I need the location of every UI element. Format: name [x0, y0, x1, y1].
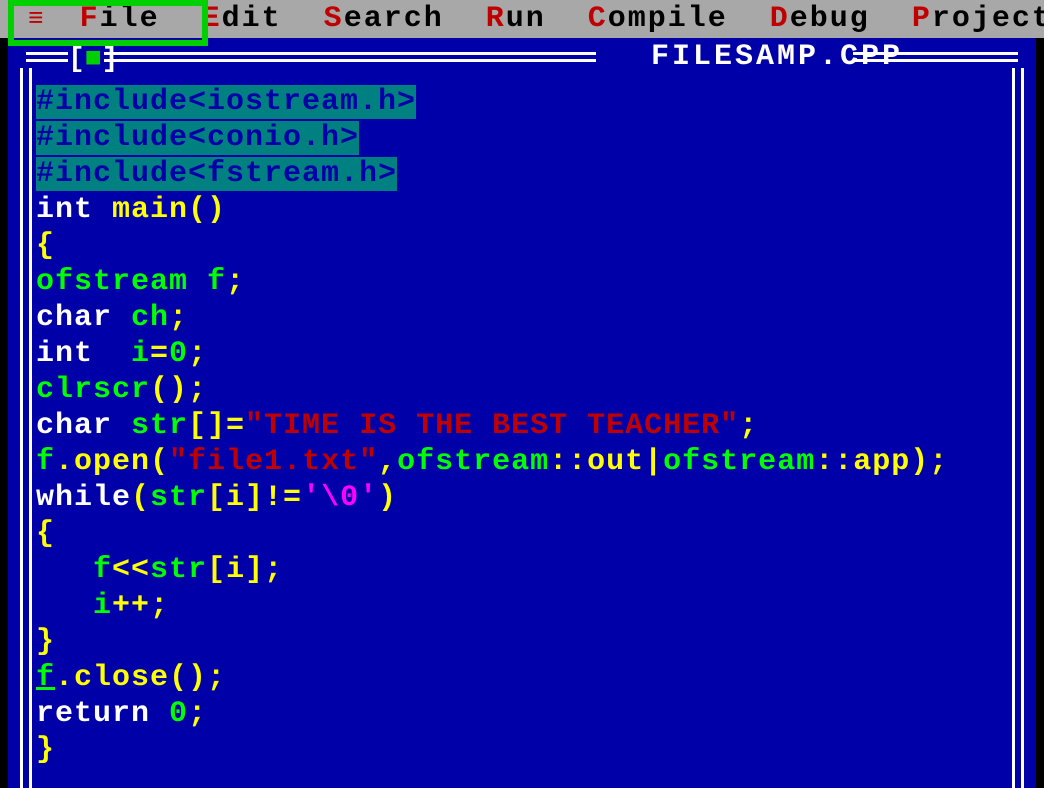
- system-menu-icon[interactable]: ≡: [28, 4, 46, 34]
- code-token: f: [36, 445, 55, 479]
- code-token: <<: [112, 553, 150, 587]
- code-line: {: [36, 516, 1008, 552]
- code-token: '\0': [302, 481, 378, 515]
- code-token: [i];: [207, 553, 283, 587]
- code-token: ;: [739, 409, 758, 443]
- code-token: ::app);: [815, 445, 948, 479]
- code-line: clrscr();: [36, 372, 1008, 408]
- code-token: str: [150, 481, 207, 515]
- code-token: {: [36, 517, 55, 551]
- code-token: char: [36, 409, 131, 443]
- code-token: "TIME IS THE BEST TEACHER": [245, 409, 739, 443]
- code-token: #include<iostream.h>: [36, 85, 416, 119]
- code-token: ;: [188, 337, 207, 371]
- code-token: 0: [169, 337, 188, 371]
- code-token: f: [93, 553, 112, 587]
- code-token: ;: [169, 301, 188, 335]
- code-line: f<<str[i];: [36, 552, 1008, 588]
- code-token: i: [93, 589, 112, 623]
- code-token: (: [131, 481, 150, 515]
- code-line: char ch;: [36, 300, 1008, 336]
- code-line: ofstream f;: [36, 264, 1008, 300]
- menu-file[interactable]: File: [80, 2, 160, 36]
- code-token: str: [131, 409, 188, 443]
- code-token: ++;: [112, 589, 169, 623]
- frame-line: [104, 52, 596, 62]
- menubar: ≡ File Edit Search Run Compile Debug Pro…: [0, 0, 1044, 38]
- code-token: clrscr: [36, 373, 150, 407]
- frame-line: [853, 52, 1018, 62]
- code-token: {: [36, 229, 55, 263]
- code-line: int main(): [36, 192, 1008, 228]
- code-token: main(): [112, 193, 226, 227]
- code-token: i: [131, 337, 150, 371]
- frame-line-right: [1012, 68, 1024, 788]
- menu-search[interactable]: Search: [324, 2, 444, 36]
- code-line: int i=0;: [36, 336, 1008, 372]
- code-token: ,: [378, 445, 397, 479]
- menu-edit[interactable]: Edit: [202, 2, 282, 36]
- code-token: [i]!=: [207, 481, 302, 515]
- code-token: []=: [188, 409, 245, 443]
- code-token: ofstream: [397, 445, 549, 479]
- code-line: f.close();: [36, 660, 1008, 696]
- frame-line: [26, 52, 68, 62]
- menu-compile[interactable]: Compile: [588, 2, 728, 36]
- code-line: i++;: [36, 588, 1008, 624]
- code-token: 0: [169, 697, 188, 731]
- code-line: #include<conio.h>: [36, 120, 1008, 156]
- code-token: f: [36, 661, 55, 695]
- code-line: #include<iostream.h>: [36, 84, 1008, 120]
- code-token: }: [36, 625, 55, 659]
- code-token: ch: [131, 301, 169, 335]
- code-line: return 0;: [36, 696, 1008, 732]
- code-token: return: [36, 697, 169, 731]
- code-line: {: [36, 228, 1008, 264]
- code-token: while: [36, 481, 131, 515]
- code-token: "file1.txt": [169, 445, 378, 479]
- code-token: ): [378, 481, 397, 515]
- code-line: #include<fstream.h>: [36, 156, 1008, 192]
- code-token: ;: [188, 697, 207, 731]
- code-token: }: [36, 733, 55, 767]
- code-token: int: [36, 193, 112, 227]
- menu-run[interactable]: Run: [486, 2, 546, 36]
- code-line: }: [36, 624, 1008, 660]
- frame-line-left: [20, 68, 32, 788]
- code-line: f.open("file1.txt",ofstream::out|ofstrea…: [36, 444, 1008, 480]
- code-editor-content[interactable]: #include<iostream.h>#include<conio.h>#in…: [36, 84, 1008, 768]
- menu-debug[interactable]: Debug: [770, 2, 870, 36]
- code-line: while(str[i]!='\0'): [36, 480, 1008, 516]
- menu-project[interactable]: Project: [912, 2, 1044, 36]
- code-token: ();: [150, 373, 207, 407]
- editor-window: [■] FILESAMP.CPP #include<iostream.h>#in…: [8, 38, 1036, 788]
- code-token: #include<fstream.h>: [36, 157, 397, 191]
- code-token: int: [36, 337, 131, 371]
- window-frame-top: [■] FILESAMP.CPP: [8, 38, 1036, 68]
- code-token: ofstream f: [36, 265, 226, 299]
- code-token: char: [36, 301, 131, 335]
- code-token: #include<conio.h>: [36, 121, 359, 155]
- code-line: char str[]="TIME IS THE BEST TEACHER";: [36, 408, 1008, 444]
- code-token: ;: [226, 265, 245, 299]
- code-token: str: [150, 553, 207, 587]
- code-line: }: [36, 732, 1008, 768]
- code-token: ofstream: [663, 445, 815, 479]
- code-token: [36, 589, 93, 623]
- code-token: ::out|: [549, 445, 663, 479]
- code-token: [36, 553, 93, 587]
- code-token: =: [150, 337, 169, 371]
- code-token: .open(: [55, 445, 169, 479]
- code-token: .close();: [55, 661, 226, 695]
